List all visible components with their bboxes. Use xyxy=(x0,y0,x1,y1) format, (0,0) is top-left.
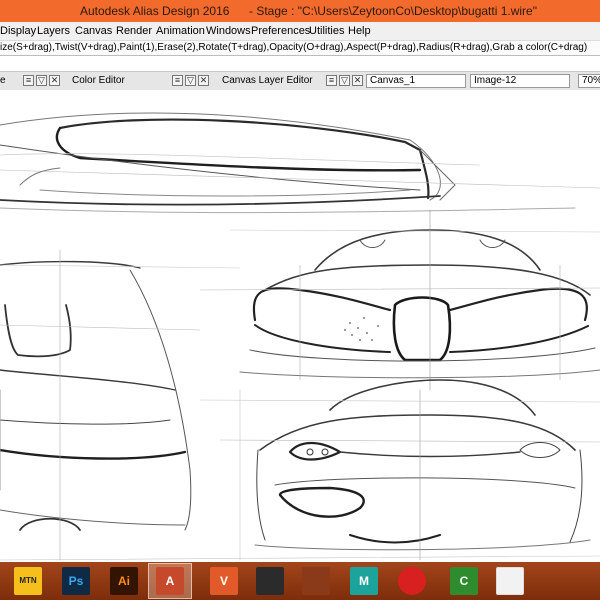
media-player-icon[interactable] xyxy=(398,567,426,595)
canvas-layer-editor-title[interactable]: Canvas Layer Editor xyxy=(222,72,313,90)
menu-canvas[interactable]: Canvas xyxy=(75,22,112,40)
prompt-text: ize(S+drag),Twist(V+drag),Paint(1),Erase… xyxy=(0,42,588,53)
layer-editor-menu-icon[interactable]: ≡ xyxy=(326,75,337,86)
camtasia-icon[interactable]: C xyxy=(450,567,478,595)
color-editor-menu-icon[interactable]: ≡ xyxy=(172,75,183,86)
layer-editor-collapse-icon[interactable]: ▽ xyxy=(339,75,350,86)
menu-layers[interactable]: Layers xyxy=(37,22,70,40)
stage-title: - Stage : "C:\Users\ZeytoonCo\Desktop\bu… xyxy=(249,4,537,18)
portrait-app-icon[interactable] xyxy=(256,567,284,595)
menu-preferences[interactable]: Preferences xyxy=(251,22,310,40)
panel-header-bar: e ≡ ▽ ✕ Color Editor ≡ ▽ ✕ Canvas Layer … xyxy=(0,71,600,91)
menu-display[interactable]: Display xyxy=(0,22,36,40)
image-name-field[interactable]: Image-12 xyxy=(470,74,570,88)
car-rear-view-left-sketch xyxy=(0,249,201,561)
video-player-icon[interactable] xyxy=(496,567,524,595)
menu-utilities[interactable]: Utilities xyxy=(309,22,344,40)
sketch-drawing xyxy=(0,112,600,561)
left-panel-label: e xyxy=(0,75,6,86)
sketch-pencil-icon[interactable] xyxy=(302,567,330,595)
menu-help[interactable]: Help xyxy=(348,22,371,40)
panel-collapse-icon[interactable]: ▽ xyxy=(36,75,47,86)
menu-animation[interactable]: Animation xyxy=(156,22,205,40)
menu-bar: Display Layers Canvas Render Animation W… xyxy=(0,22,600,41)
car-side-view-sketch xyxy=(0,112,600,214)
app-title: Autodesk Alias Design 2016 xyxy=(80,4,230,18)
color-editor-close-icon[interactable]: ✕ xyxy=(198,75,209,86)
zoom-field[interactable]: 70% xyxy=(578,74,600,88)
prompt-line: ize(S+drag),Twist(V+drag),Paint(1),Erase… xyxy=(0,41,600,56)
color-editor-collapse-icon[interactable]: ▽ xyxy=(185,75,196,86)
autodesk-alias-icon[interactable]: A xyxy=(156,567,184,595)
sketch-canvas[interactable] xyxy=(0,90,600,562)
photoshop-icon[interactable]: Ps xyxy=(62,567,90,595)
title-bar: Autodesk Alias Design 2016 - Stage : "C:… xyxy=(0,0,600,22)
front-grille-dots xyxy=(344,317,379,341)
illustrator-icon[interactable]: Ai xyxy=(110,567,138,595)
panel-close-icon[interactable]: ✕ xyxy=(49,75,60,86)
menu-windows[interactable]: Windows xyxy=(206,22,251,40)
car-rear-view-right-sketch xyxy=(219,379,600,561)
maya-icon[interactable]: M xyxy=(350,567,378,595)
panel-menu-icon[interactable]: ≡ xyxy=(23,75,34,86)
layer-editor-close-icon[interactable]: ✕ xyxy=(352,75,363,86)
vred-icon[interactable]: V xyxy=(210,567,238,595)
menu-render[interactable]: Render xyxy=(116,22,152,40)
windows-taskbar: MTN Ps Ai A V M C xyxy=(0,562,600,600)
mtn-irancell-icon[interactable]: MTN xyxy=(14,567,42,595)
car-front-view-sketch xyxy=(199,209,600,391)
color-editor-title[interactable]: Color Editor xyxy=(72,72,125,90)
canvas-name-field[interactable]: Canvas_1 xyxy=(366,74,466,88)
